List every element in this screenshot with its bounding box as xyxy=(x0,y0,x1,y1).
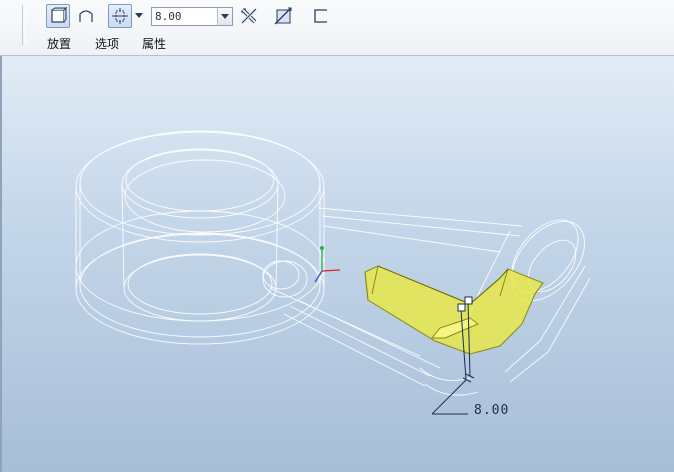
tab-options[interactable]: 选项 xyxy=(95,35,119,52)
model-canvas[interactable] xyxy=(0,56,674,472)
surface-icon xyxy=(79,10,93,22)
solid-icon xyxy=(51,7,67,23)
feature-dashboard: 放置 选项 属性 xyxy=(0,0,674,56)
depth-field[interactable] xyxy=(151,7,233,26)
surface-button[interactable] xyxy=(74,4,98,28)
part-wireframe xyxy=(75,130,591,396)
dropdown-arrow-icon xyxy=(135,13,143,18)
toolbar-gripper[interactable] xyxy=(22,5,26,45)
remove-material-icon xyxy=(274,7,292,25)
depth-input[interactable] xyxy=(152,8,216,25)
drag-handle-end[interactable] xyxy=(464,296,473,305)
flip-direction-button[interactable] xyxy=(237,4,261,28)
depth-option-dropdown[interactable] xyxy=(133,4,145,28)
depth-dimension-label[interactable]: 8.00 xyxy=(474,403,509,418)
depth-option-button[interactable] xyxy=(108,4,132,28)
remove-material-button[interactable] xyxy=(271,4,295,28)
extrude-preview[interactable] xyxy=(364,265,544,355)
dropdown-arrow-icon xyxy=(221,13,229,19)
solid-button[interactable] xyxy=(46,4,70,28)
csys-triad-icon xyxy=(314,246,341,283)
drag-handle-start[interactable] xyxy=(457,303,466,312)
thicken-sketch-icon xyxy=(314,9,327,23)
flip-direction-icon xyxy=(241,8,257,24)
tab-properties[interactable]: 属性 xyxy=(142,35,166,52)
viewport-left-edge xyxy=(0,56,2,472)
depth-blind-icon xyxy=(112,8,128,24)
thicken-sketch-button[interactable] xyxy=(308,4,332,28)
graphics-viewport[interactable] xyxy=(0,56,674,472)
tab-placement[interactable]: 放置 xyxy=(47,35,71,52)
depth-dropdown-button[interactable] xyxy=(217,8,232,25)
